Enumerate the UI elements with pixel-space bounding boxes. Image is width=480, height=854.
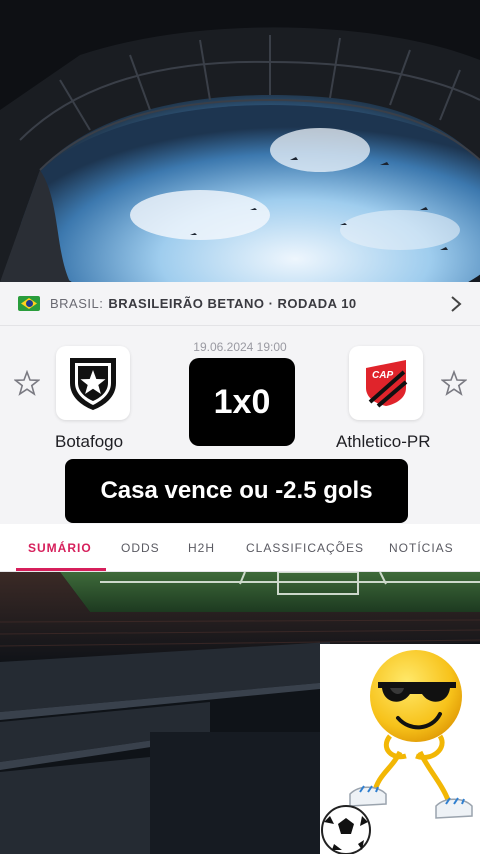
tab-h2h[interactable]: H2H [188,541,215,555]
chevron-right-icon[interactable] [446,294,466,314]
bet-caption: Casa vence ou -2.5 gols [65,459,408,523]
league-name: BRASILEIRÃO BETANO · RODADA 10 [108,296,357,311]
away-favorite-star-icon[interactable] [441,370,467,396]
svg-text:CAP: CAP [372,370,393,381]
tab-news[interactable]: NOTÍCIAS [389,541,454,555]
league-country: BRASIL: [50,296,104,311]
cool-emoji-sticker [320,644,480,854]
home-favorite-star-icon[interactable] [14,370,40,396]
match-score: 1x0 [189,358,295,446]
away-team-name[interactable]: Athletico-PR [336,432,430,452]
league-bar[interactable]: BRASIL: BRASILEIRÃO BETANO · RODADA 10 [0,282,480,326]
home-team-name[interactable]: Botafogo [55,432,123,452]
cool-emoji-soccer-icon [321,650,473,854]
botafogo-crest-icon [70,358,116,411]
away-team-logo[interactable]: CAP [349,346,423,420]
brazil-flag-icon [18,296,40,311]
home-team-logo[interactable] [56,346,130,420]
match-tabs: SUMÁRIO ODDS H2H CLASSIFICAÇÕES NOTÍCIAS [0,524,480,572]
stadium-hero-image [0,0,480,282]
active-tab-indicator [16,568,106,571]
athletico-crest-icon: CAP [366,360,408,408]
match-header: 19.06.2024 19:00 Botafogo 1x0 CAP Athlet… [0,326,480,524]
tab-odds[interactable]: ODDS [121,541,160,555]
tab-standings[interactable]: CLASSIFICAÇÕES [246,541,364,555]
stadium-roof-illustration [0,0,480,282]
tab-summary[interactable]: SUMÁRIO [28,541,92,555]
